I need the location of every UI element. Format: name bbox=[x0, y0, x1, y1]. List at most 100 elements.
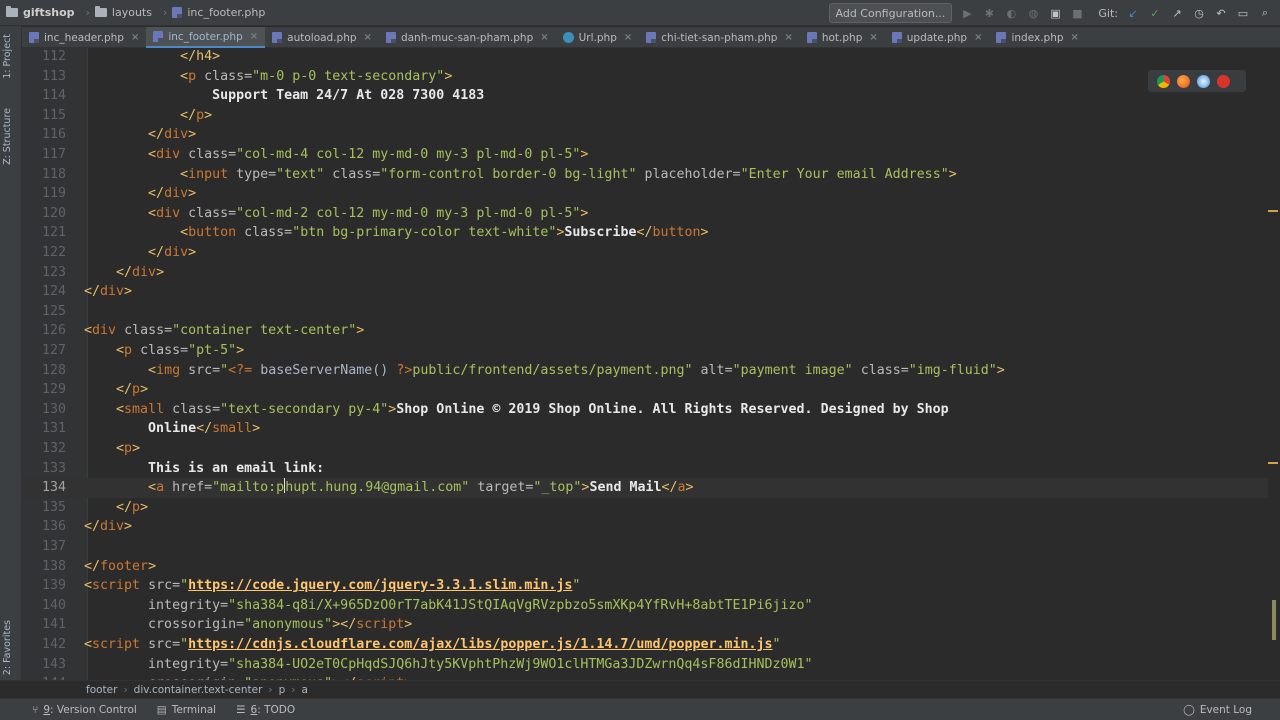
code-line[interactable]: 124 </div> bbox=[22, 282, 1268, 302]
code-text: <script src="https://cdnjs.cloudflare.co… bbox=[84, 637, 781, 652]
code-line[interactable]: 138 </footer> bbox=[22, 557, 1268, 577]
code-line[interactable]: 128 <img src="<?= baseServerName() ?>pub… bbox=[22, 361, 1268, 381]
code-text: <div class="container text-center"> bbox=[84, 323, 365, 339]
code-line[interactable]: 117 <div class="col-md-4 col-12 my-md-0 … bbox=[22, 145, 1268, 165]
code-line[interactable]: 140 integrity="sha384-q8i/X+965DzO0rT7ab… bbox=[22, 596, 1268, 616]
code-line[interactable]: 135 </p> bbox=[22, 498, 1268, 518]
chrome-icon[interactable] bbox=[1157, 74, 1170, 88]
tab-url-php[interactable]: Url.php × bbox=[556, 27, 640, 48]
path-segment[interactable]: a bbox=[301, 684, 307, 696]
profile-icon[interactable]: ◍ bbox=[1026, 6, 1040, 20]
code-line[interactable]: 123 </div> bbox=[22, 263, 1268, 283]
version-control-tab[interactable]: ⑂ 9: Version Control bbox=[22, 704, 147, 716]
tab-autoload-php[interactable]: autoload.php × bbox=[265, 27, 379, 48]
code-line[interactable]: 125 bbox=[22, 302, 1268, 322]
code-line[interactable]: 127 <p class="pt-5"> bbox=[22, 341, 1268, 361]
run-icon[interactable]: ▶ bbox=[960, 6, 974, 20]
path-segment[interactable]: div.container.text-center bbox=[134, 684, 263, 696]
path-segment[interactable]: p bbox=[279, 684, 286, 696]
code-text: <small class="text-secondary py-4">Shop … bbox=[116, 401, 949, 417]
code-line[interactable]: 130 <small class="text-secondary py-4">S… bbox=[22, 400, 1268, 420]
close-icon[interactable]: × bbox=[250, 31, 258, 42]
code-line[interactable]: 137 bbox=[22, 537, 1268, 557]
safari-icon[interactable] bbox=[1197, 74, 1210, 88]
code-line[interactable]: 129 </p> bbox=[22, 380, 1268, 400]
close-icon[interactable]: × bbox=[974, 32, 982, 43]
debug-icon[interactable]: ✱ bbox=[982, 6, 996, 20]
scroll-markers[interactable] bbox=[1268, 48, 1280, 680]
tab-chi-tiet-san-pham-php[interactable]: chi-tiet-san-pham.php × bbox=[639, 27, 800, 48]
tab-inc_footer-php[interactable]: inc_footer.php × bbox=[146, 27, 266, 48]
left-tool-stripe: 1: Project Z: Structure 2: Favorites bbox=[0, 26, 22, 698]
breadcrumb-project[interactable]: giftshop bbox=[23, 6, 75, 19]
structure-tool-tab[interactable]: Z: Structure bbox=[2, 108, 13, 165]
tab-label: update.php bbox=[906, 31, 968, 44]
breadcrumb-file[interactable]: inc_footer.php bbox=[187, 6, 265, 19]
coverage-icon[interactable]: ◐ bbox=[1004, 6, 1018, 20]
tab-hot-php[interactable]: hot.php × bbox=[800, 27, 885, 48]
code-line[interactable]: 143 integrity="sha384-UO2eT0CpHqdSJQ6hJt… bbox=[22, 655, 1268, 675]
code-line[interactable]: 142 <script src="https://cdnjs.cloudflare… bbox=[22, 635, 1268, 655]
add-configuration-button[interactable]: Add Configuration... bbox=[828, 3, 953, 23]
close-icon[interactable]: × bbox=[540, 32, 548, 43]
breadcrumb-folder[interactable]: layouts bbox=[112, 6, 152, 19]
opera-icon[interactable] bbox=[1217, 74, 1230, 88]
code-line[interactable]: 122 </div> bbox=[22, 243, 1268, 263]
code-text: </div> bbox=[116, 264, 165, 280]
history-icon[interactable]: ◷ bbox=[1192, 6, 1206, 20]
event-log-button[interactable]: ◯ Event Log bbox=[1183, 704, 1252, 716]
close-icon[interactable]: × bbox=[624, 32, 632, 43]
code-line[interactable]: 120 <div class="col-md-2 col-12 my-md-0 … bbox=[22, 204, 1268, 224]
php-file-icon bbox=[806, 32, 817, 43]
code-line[interactable]: 114 Support Team 24/7 At 028 7300 4183 bbox=[22, 86, 1268, 106]
php-file-icon bbox=[172, 7, 183, 18]
close-icon[interactable]: × bbox=[869, 32, 877, 43]
tab-label: inc_footer.php bbox=[168, 30, 243, 43]
code-line[interactable]: 116 </div> bbox=[22, 125, 1268, 145]
event-log-icon: ◯ bbox=[1183, 703, 1195, 716]
tab-inc_header-php[interactable]: inc_header.php × bbox=[22, 27, 146, 48]
code-line[interactable]: 115 </p> bbox=[22, 106, 1268, 126]
warning-marker[interactable] bbox=[1268, 462, 1278, 464]
terminal-tab[interactable]: ▤ Terminal bbox=[147, 704, 226, 716]
close-icon[interactable]: × bbox=[131, 32, 139, 43]
git-push-icon[interactable]: ↗ bbox=[1170, 6, 1184, 20]
code-text: This is an email link: bbox=[148, 460, 325, 476]
project-tool-tab[interactable]: 1: Project bbox=[2, 34, 13, 79]
code-line[interactable]: 141 crossorigin="anonymous"></script> bbox=[22, 615, 1268, 635]
close-icon[interactable]: × bbox=[784, 32, 792, 43]
code-editor[interactable]: 112 </h4> 113 <p class="m-0 p-0 text-seco… bbox=[22, 48, 1268, 680]
rollback-icon[interactable]: ↶ bbox=[1214, 6, 1228, 20]
tab-index-php[interactable]: index.php × bbox=[989, 27, 1085, 48]
code-line[interactable]: 133 This is an email link: bbox=[22, 459, 1268, 479]
code-line[interactable]: 119 </div> bbox=[22, 184, 1268, 204]
code-line[interactable]: 121 <button class="btn bg-primary-color … bbox=[22, 223, 1268, 243]
git-update-icon[interactable]: ↙ bbox=[1126, 6, 1140, 20]
code-line[interactable]: 134 <a href="mailto:phupt.hung.94@gmail.… bbox=[22, 478, 1268, 498]
path-segment[interactable]: footer bbox=[86, 684, 117, 696]
stop-icon[interactable]: ■ bbox=[1070, 6, 1084, 20]
code-line[interactable]: 131 Online</small> bbox=[22, 419, 1268, 439]
close-icon[interactable]: × bbox=[1071, 32, 1079, 43]
warning-marker[interactable] bbox=[1268, 210, 1278, 212]
search-icon[interactable]: ⌕ bbox=[1258, 6, 1272, 20]
close-icon[interactable]: × bbox=[364, 32, 372, 43]
code-line[interactable]: 139 <script src="https://code.jquery.com/… bbox=[22, 576, 1268, 596]
build-icon[interactable]: ▣ bbox=[1048, 6, 1062, 20]
git-commit-icon[interactable]: ✓ bbox=[1148, 6, 1162, 20]
scrollbar-thumb[interactable] bbox=[1272, 600, 1276, 640]
php-file-icon bbox=[385, 32, 396, 43]
code-line[interactable]: 112 </h4> bbox=[22, 48, 1268, 67]
code-line[interactable]: 118 <input type="text" class="form-contr… bbox=[22, 165, 1268, 185]
todo-tab[interactable]: ☰ 6: TODO bbox=[226, 704, 305, 716]
code-text: <a href="mailto:phupt.hung.94@gmail.com"… bbox=[148, 478, 694, 496]
tab-update-php[interactable]: update.php × bbox=[885, 27, 990, 48]
code-line[interactable]: 136 </div> bbox=[22, 517, 1268, 537]
code-line[interactable]: 126 <div class="container text-center"> bbox=[22, 321, 1268, 341]
code-line[interactable]: 113 <p class="m-0 p-0 text-secondary"> bbox=[22, 67, 1268, 87]
code-line[interactable]: 132 <p> bbox=[22, 439, 1268, 459]
favorites-tool-tab[interactable]: 2: Favorites bbox=[2, 620, 13, 675]
tab-danh-muc-san-pham-php[interactable]: danh-muc-san-pham.php × bbox=[379, 27, 556, 48]
window-icon[interactable]: ▭ bbox=[1236, 6, 1250, 20]
firefox-icon[interactable] bbox=[1177, 74, 1190, 88]
